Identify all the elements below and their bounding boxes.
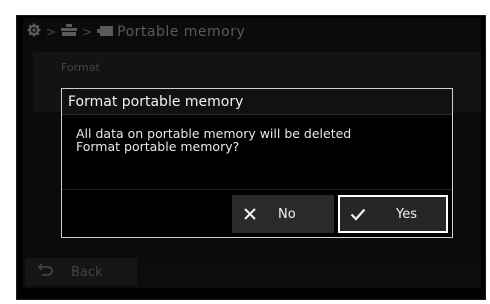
breadcrumb-separator-icon: > [82,25,93,39]
no-button[interactable]: No [232,195,334,233]
yes-button[interactable]: Yes [338,195,448,233]
breadcrumb-separator-icon: > [46,25,57,39]
storage-icon [61,24,78,40]
gear-icon [27,23,41,41]
format-dialog: Format portable memory All data on porta… [61,88,453,238]
dialog-message-line2: Format portable memory? [76,139,240,154]
format-menu-label: Format [61,60,100,74]
dialog-divider [62,189,452,190]
page-title: Portable memory [117,24,246,40]
check-icon [348,207,368,221]
close-icon [240,207,260,221]
dialog-message: All data on portable memory will be dele… [76,127,446,153]
dialog-title: Format portable memory [62,89,452,115]
back-icon [37,263,53,281]
back-button[interactable]: Back [25,258,137,286]
memory-card-icon [97,24,114,40]
device-frame: > > Portable memory Format Back Format p… [16,15,486,300]
back-label: Back [71,264,103,280]
format-menu-item[interactable]: Format [33,52,481,82]
breadcrumb: > > Portable memory [23,18,481,46]
no-button-label: No [278,206,296,222]
yes-button-label: Yes [396,206,417,222]
screen: > > Portable memory Format Back Format p… [23,18,481,288]
